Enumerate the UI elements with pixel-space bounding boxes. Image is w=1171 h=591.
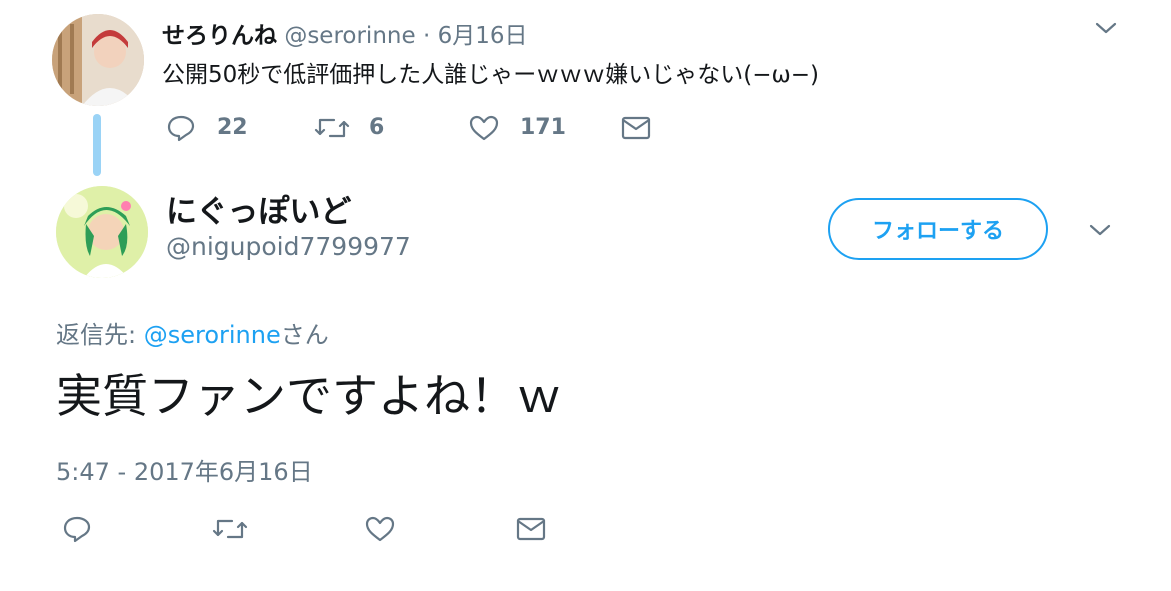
reply-suffix: さん	[280, 321, 329, 349]
parent-date[interactable]: 6月16日	[438, 23, 528, 49]
reply-context: 返信先: @serorinneさん	[56, 315, 329, 350]
message-icon[interactable]	[515, 516, 547, 542]
reply-icon[interactable]	[166, 114, 196, 142]
chevron-down-icon[interactable]	[1094, 18, 1118, 38]
reply-prefix: 返信先:	[56, 321, 144, 349]
retweet-icon[interactable]	[212, 515, 248, 543]
retweet-count: 6	[369, 115, 385, 140]
retweet-icon[interactable]	[314, 114, 350, 142]
reply-count: 22	[217, 115, 248, 140]
chevron-down-icon[interactable]	[1088, 220, 1112, 240]
like-icon[interactable]	[468, 114, 500, 142]
thread-line	[93, 114, 101, 176]
main-avatar[interactable]	[56, 186, 148, 278]
reply-icon[interactable]	[62, 515, 92, 543]
parent-tweet-text: 公開50秒で低評価押した人誰じゃーｗｗｗ嫌いじゃない(−ω−)	[162, 62, 820, 88]
main-handle[interactable]: @nigupoid7799977	[166, 232, 411, 261]
follow-button-label: フォローする	[871, 219, 1004, 244]
message-icon[interactable]	[620, 115, 652, 141]
follow-button[interactable]: フォローする	[828, 198, 1048, 260]
parent-handle[interactable]: @serorinne	[284, 23, 415, 49]
tweet-timestamp[interactable]: 5:47 - 2017年6月16日	[56, 452, 313, 487]
reply-to-link[interactable]: @serorinne	[144, 321, 281, 349]
main-tweet-text: 実質ファンですよね！ｗ	[56, 369, 562, 423]
parent-avatar[interactable]	[52, 14, 144, 106]
like-icon[interactable]	[364, 515, 396, 543]
parent-display-name[interactable]: せろりんね	[162, 23, 277, 49]
main-display-name[interactable]: にぐっぽいど	[166, 186, 351, 231]
header-separator: ·	[422, 23, 431, 49]
parent-header: せろりんね @serorinne · 6月16日	[162, 16, 527, 50]
like-count: 171	[520, 115, 566, 140]
